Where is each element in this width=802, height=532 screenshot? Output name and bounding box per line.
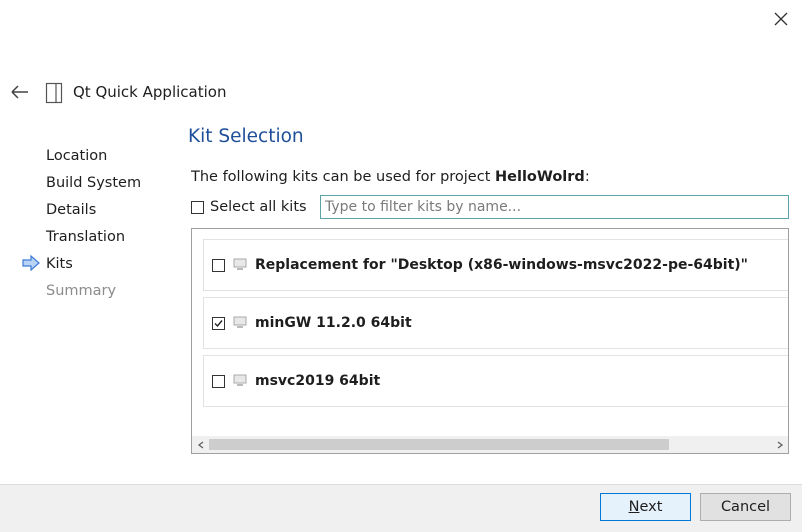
kit-row-mingw[interactable]: minGW 11.2.0 64bit [203,297,788,349]
step-translation: Translation [46,229,126,245]
scrollbar-thumb[interactable] [209,439,669,450]
next-mnemonic: N [628,499,640,515]
kit-label: Replacement for "Desktop (x86-windows-ms… [255,257,748,273]
monitor-icon [233,258,247,270]
kit-checkbox-checked[interactable] [212,316,225,330]
next-button[interactable]: Next [600,493,691,521]
kit-filter-input[interactable] [320,195,789,219]
desc-text: The following kits can be used for proje… [191,169,495,185]
kit-row-msvc2019[interactable]: msvc2019 64bit [203,355,788,407]
arrow-left-icon [11,85,28,99]
close-icon [774,12,788,26]
wizard-title: Qt Quick Application [73,83,227,101]
step-location: Location [46,148,108,164]
select-all-label: Select all kits [210,199,307,215]
monitor-icon [233,316,247,328]
step-build-system: Build System [46,175,142,191]
current-step-arrow-icon [22,255,40,271]
wizard-steps: Location Build System Details Translatio… [46,146,141,308]
kit-label: minGW 11.2.0 64bit [255,315,412,331]
wizard-footer: Next Cancel [0,484,802,532]
kit-label: msvc2019 64bit [255,373,381,389]
scroll-right-button[interactable] [771,436,788,453]
step-kits: Kits [46,256,73,272]
cancel-button[interactable]: Cancel [700,493,791,521]
checkbox-box[interactable] [191,200,204,214]
kits-description: The following kits can be used for proje… [191,169,590,185]
next-label: ext [639,499,663,515]
kit-row-replacement[interactable]: Replacement for "Desktop (x86-windows-ms… [203,239,788,291]
close-button[interactable] [768,6,794,32]
document-icon [45,82,63,104]
step-details: Details [46,202,97,218]
scroll-left-button[interactable] [192,436,209,453]
kit-checkbox[interactable] [212,258,225,272]
kit-checkbox[interactable] [212,374,225,388]
checkmark-icon [214,319,223,327]
chevron-right-icon [777,440,783,449]
back-button[interactable] [9,84,31,100]
kits-list[interactable]: Replacement for "Desktop (x86-windows-ms… [191,228,789,454]
page-title: Kit Selection [188,126,304,147]
step-summary: Summary [46,283,117,299]
horizontal-scrollbar[interactable] [192,436,788,453]
project-name: HelloWolrd [495,169,585,185]
monitor-icon [233,374,247,386]
chevron-left-icon [197,440,203,449]
select-all-checkbox[interactable]: Select all kits [191,199,307,215]
desc-colon: : [584,169,590,185]
